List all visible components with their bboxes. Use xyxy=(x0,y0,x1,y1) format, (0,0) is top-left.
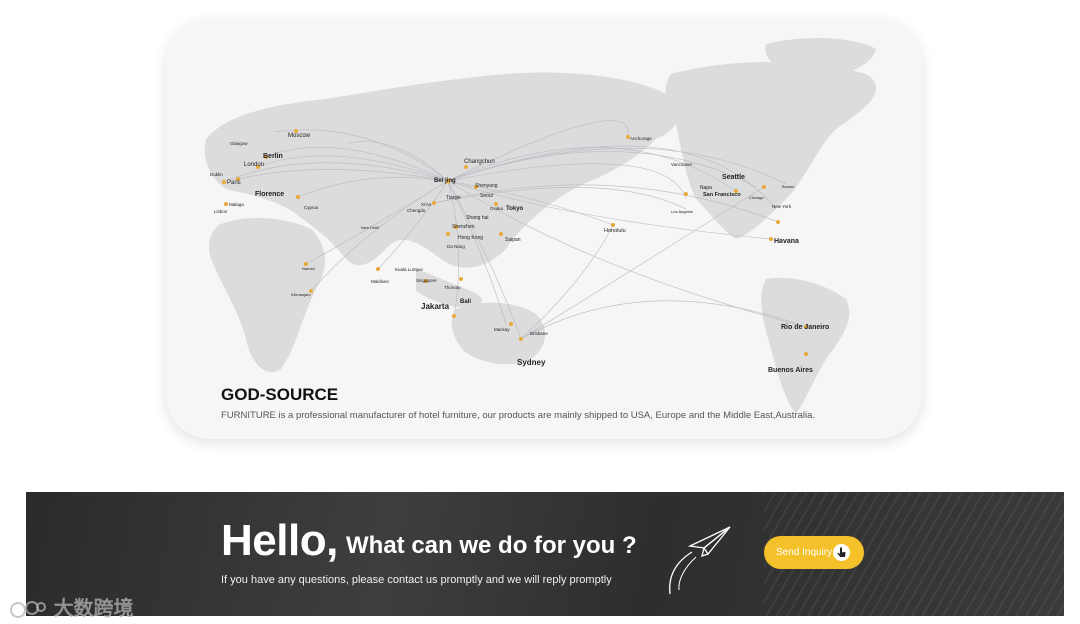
city-label-chengdu: Chengdu xyxy=(407,208,426,213)
city-label-tokyo: Tokyo xyxy=(506,206,524,212)
city-label-sanfrancisco: San Francisco xyxy=(703,192,741,198)
city-label-danang: Da Nang xyxy=(447,244,465,249)
city-label-nairobi: Nairobi xyxy=(302,266,315,271)
city-label-bali: Bali xyxy=(460,299,471,305)
city-label-osaka: Osaka xyxy=(490,206,504,211)
city-label-cyprus: Cyprus xyxy=(304,205,319,210)
city-label-berlin: Berlin xyxy=(263,153,283,160)
city-label-malaga: Malaga xyxy=(229,202,244,207)
city-label-shenyang: Shenyang xyxy=(475,183,498,189)
city-label-seattle: Seattle xyxy=(722,174,745,181)
city-label-singapore: Singapore xyxy=(416,278,437,283)
city-label-newdelhi: New Delhi xyxy=(361,225,379,230)
send-inquiry-button[interactable]: Send Inquiry xyxy=(764,536,864,569)
city-label-anchorage: Anchorage xyxy=(630,136,652,141)
city-label-shenzhen: Shenzhen xyxy=(452,224,475,230)
watermark-icon xyxy=(10,600,46,618)
banner-hello: Hello, xyxy=(221,516,338,565)
city-label-kilimanjaro: Kilimanjaro xyxy=(291,292,312,297)
city-label-lisbon: Lisbon xyxy=(214,209,228,214)
city-label-sydney: Sydney xyxy=(517,358,546,367)
hand-pointer-icon xyxy=(833,544,850,561)
city-label-moscow: Moscow xyxy=(288,133,311,139)
city-label-napa: Napa xyxy=(700,185,712,191)
city-label-tianjin: Tianjin xyxy=(446,195,461,201)
city-label-seoul: Seoul xyxy=(480,193,493,199)
send-inquiry-label: Send Inquiry xyxy=(776,547,833,558)
city-label-honolulu: Honolulu xyxy=(604,228,626,234)
city-label-newyork: New York xyxy=(772,204,792,209)
city-label-beijing: Bei jing xyxy=(434,178,456,184)
world-map: Moscow Glasgow Berlin London Dublin Pari… xyxy=(204,37,877,414)
world-map-card: Moscow Glasgow Berlin London Dublin Pari… xyxy=(166,19,922,439)
city-label-hongkong: Hong Kong xyxy=(458,235,483,241)
city-label-buenosaires: Buenos Aires xyxy=(768,367,813,374)
banner-subtitle: What can we do for you ? xyxy=(346,532,637,559)
city-label-vancouver: Vancouver xyxy=(671,162,693,167)
city-label-losangeles: Los Angeles xyxy=(671,209,693,214)
city-label-chicago: Chicago xyxy=(749,195,764,200)
city-label-shanghai: Shang hai xyxy=(466,215,489,221)
city-label-changchun: Changchun xyxy=(464,159,495,165)
city-label-havana: Havana xyxy=(774,238,799,245)
city-label-kualalumpur: Kuala Lumpur xyxy=(395,267,424,272)
banner-text: If you have any questions, please contac… xyxy=(221,574,612,586)
city-label-saipan: Saipan xyxy=(505,237,521,243)
brand-description: FURNITURE is a professional manufacturer… xyxy=(221,410,816,421)
watermark-logo: 大数跨境 xyxy=(8,592,134,621)
city-label-riodejaneiro: Rio de Janeiro xyxy=(781,324,829,331)
city-label-jakarta: Jakarta xyxy=(421,302,450,311)
city-label-thorvau: Thorvau xyxy=(444,285,461,290)
city-label-maldives: Maldives xyxy=(371,279,390,284)
city-label-london: London xyxy=(244,162,264,168)
city-label-florence: Florence xyxy=(255,191,284,198)
city-label-brisbane: Brisbane xyxy=(530,331,548,336)
paper-plane-icon xyxy=(669,526,731,595)
city-label-mackay: Mackay xyxy=(494,327,510,332)
contact-banner: Hello, What can we do for you ? If you h… xyxy=(26,492,1064,616)
brand-title: GOD-SOURCE xyxy=(221,385,339,404)
city-label-glasgow: Glasgow xyxy=(230,141,248,146)
city-label-dublin: Dublin xyxy=(210,172,223,177)
city-label-paris: Paris xyxy=(227,180,241,186)
city-label-xian: Xi'An xyxy=(421,202,432,207)
city-label-boston: Boston xyxy=(782,184,794,189)
watermark-text: 大数跨境 xyxy=(53,598,134,620)
